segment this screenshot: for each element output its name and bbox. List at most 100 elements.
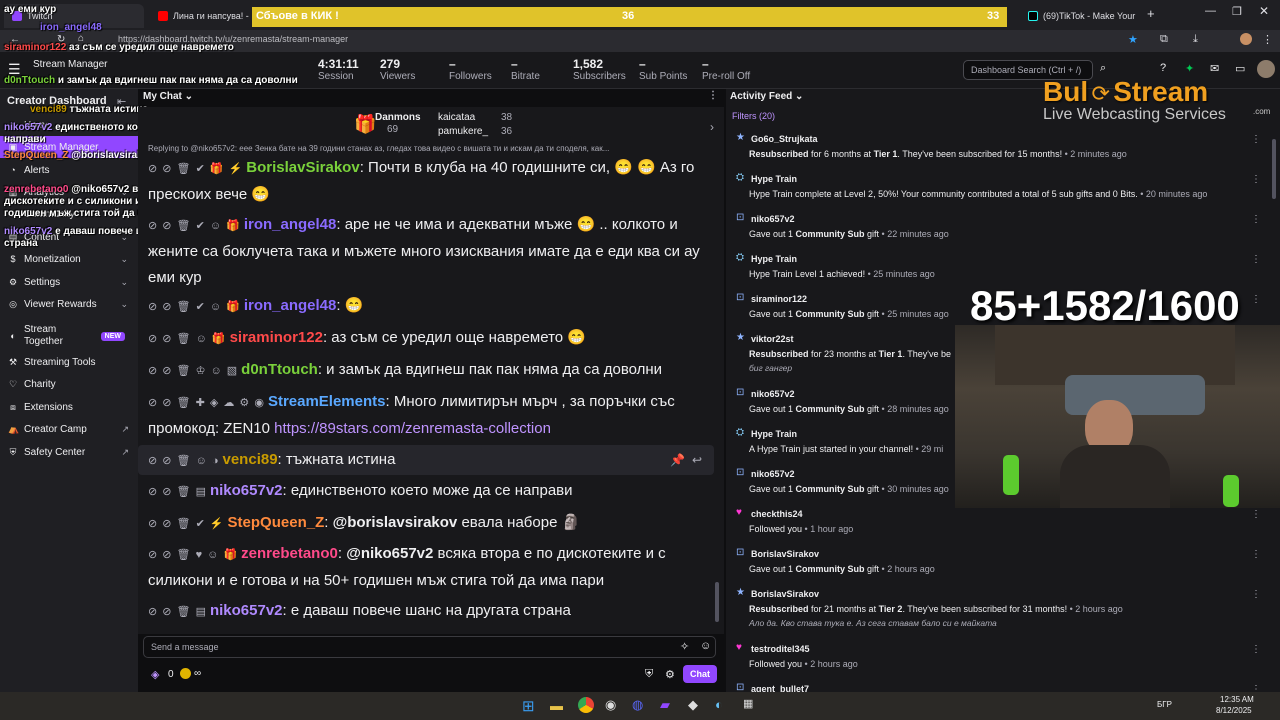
chat-username[interactable]: zenrebetano0 [241, 545, 338, 562]
chat-mention[interactable]: @borislavsirakov [333, 514, 458, 531]
bookmark-star-icon[interactable]: ★ [1128, 33, 1138, 46]
feed-username[interactable]: BorislavSirakov [751, 589, 819, 599]
sidebar-item-viewer-rewards[interactable]: ◎ Viewer Rewards ⌄ [0, 293, 138, 315]
browser-menu-icon[interactable]: ⋮ [1262, 33, 1273, 46]
app-icon-2[interactable]: ▦ [743, 697, 753, 710]
steam-icon[interactable]: ◐ [715, 697, 723, 712]
feed-username[interactable]: Go6o_Strujkata [751, 134, 818, 144]
feed-username[interactable]: BorislavSirakov [751, 549, 819, 559]
browser-tab-tiktok[interactable]: (69)TikTok - Make Your [1020, 4, 1145, 28]
inbox-icon[interactable]: ✉ [1210, 62, 1219, 75]
browser-tab-youtube[interactable]: Лина ги напсува! - 'К… [150, 4, 250, 28]
extensions-browser-icon[interactable]: ⧉ [1160, 33, 1168, 46]
reply-icon[interactable]: ↩ [692, 445, 702, 475]
feed-item-menu-icon[interactable]: ⋮ [1251, 174, 1261, 185]
sidebar-item-safety-center[interactable]: ⛨ Safety Center ↗ [0, 441, 138, 463]
feed-username[interactable]: niko657v2 [751, 389, 795, 399]
app-icon[interactable]: ◆ [688, 697, 698, 713]
help-icon[interactable]: ? [1160, 62, 1166, 74]
file-explorer-icon[interactable]: ▬ [550, 698, 563, 713]
feed-username[interactable]: Hype Train [751, 174, 797, 184]
feed-username[interactable]: checkthis24 [751, 509, 803, 519]
pin-icon[interactable]: 📌 [670, 445, 685, 475]
feed-username[interactable]: agent_bullet7 [751, 684, 809, 692]
feed-item-menu-icon[interactable]: ⋮ [1251, 549, 1261, 560]
feed-username[interactable]: niko657v2 [751, 214, 795, 224]
chat-username[interactable]: StepQueen_Z [228, 514, 325, 531]
feed-item-menu-icon[interactable]: ⋮ [1251, 214, 1261, 225]
user-avatar[interactable] [1257, 60, 1275, 78]
windows-start-icon[interactable]: ⊞ [522, 697, 535, 715]
stat-preroll[interactable]: – Pre-roll Off [702, 57, 750, 82]
maximize-icon[interactable]: ❐ [1232, 5, 1242, 18]
search-icon[interactable]: ⌕ [1100, 62, 1106, 75]
stat-sub-points: – Sub Points [639, 57, 688, 82]
chat-username[interactable]: iron_angel48 [244, 216, 337, 233]
channel-points-icon[interactable]: ◈ [151, 668, 159, 681]
feed-username[interactable]: niko657v2 [751, 469, 795, 479]
new-tab-icon[interactable]: + [1147, 6, 1155, 21]
shield-icon[interactable]: ⛨ [645, 668, 653, 681]
chat-username[interactable]: BorislavSirakov [246, 159, 359, 176]
chat-send-button[interactable]: Chat [683, 665, 717, 683]
sidebar-item-stream-together[interactable]: ◐ Stream Together NEW [0, 321, 138, 351]
crown-icon[interactable]: ✦ [1185, 62, 1194, 75]
emote-icon[interactable]: ☺ [700, 640, 711, 652]
hype-leaderboard: 🎁 Danmons 69 kaicataa 38 pamukere_ 36 [354, 112, 714, 138]
feed-username[interactable]: siraminor122 [751, 294, 807, 304]
stat-bitrate: – Bitrate [511, 57, 540, 82]
chat-bubble-icon[interactable]: ▭ [1235, 62, 1245, 75]
close-window-icon[interactable]: ✕ [1259, 4, 1269, 18]
chat-username[interactable]: StreamElements [268, 393, 386, 410]
feed-username[interactable]: viktor22st [751, 334, 794, 344]
minimize-icon[interactable]: — [1205, 5, 1216, 17]
language-indicator[interactable]: БГР [1157, 700, 1172, 709]
chat-link[interactable]: https://89stars.com/zenremasta-collectio… [274, 420, 551, 437]
chat-options-icon[interactable]: ⋮ [708, 90, 718, 101]
settings-icon[interactable]: ⚙ [665, 668, 675, 681]
chrome-icon[interactable] [578, 697, 594, 713]
feed-item-menu-icon[interactable]: ⋮ [1251, 254, 1261, 265]
profile-avatar[interactable] [1240, 33, 1252, 45]
feed-item-menu-icon[interactable]: ⋮ [1251, 294, 1261, 305]
sidebar-item-monetization[interactable]: $ Monetization ⌄ [0, 248, 138, 270]
chat-text: тъжната истина [285, 451, 396, 468]
feed-username[interactable]: testroditel345 [751, 644, 810, 654]
chat-username[interactable]: d0nTtouch [241, 361, 318, 378]
my-chat-dropdown[interactable]: My Chat ⌄ [143, 91, 193, 102]
feed-item-menu-icon[interactable]: ⋮ [1251, 134, 1261, 145]
chat-username[interactable]: iron_angel48 [244, 297, 337, 314]
feed-item-menu-icon[interactable]: ⋮ [1251, 684, 1261, 692]
chat-message: ⊘ ⊘ 🗑 ✔ ☺ 🎁 iron_angel48: аре не че има и… [148, 216, 700, 286]
chat-username[interactable]: venci89 [223, 451, 278, 468]
sidebar-item-settings[interactable]: ⚙ Settings ⌄ [0, 271, 138, 293]
feed-description: Hype Train Level 1 achieved! • 25 minute… [749, 269, 935, 279]
sidebar-item-streaming-tools[interactable]: ⚒ Streaming Tools [0, 351, 138, 373]
sidebar-item-creator-camp[interactable]: ⛺ Creator Camp ↗ [0, 418, 138, 440]
feed-item-menu-icon[interactable]: ⋮ [1251, 644, 1261, 655]
feed-description: A Hype Train just started in your channe… [749, 444, 944, 454]
clock-time[interactable]: 12:35 AM [1220, 695, 1254, 704]
chat-scrollbar[interactable] [715, 582, 719, 622]
chat-mention[interactable]: @niko657v2 [346, 545, 433, 562]
sidebar-item-alerts[interactable]: ◔ Alerts [0, 159, 138, 181]
chat-username[interactable]: niko657v2 [210, 602, 283, 619]
chevron-right-icon[interactable]: › [710, 120, 714, 134]
obs-icon[interactable]: ◉ [605, 697, 616, 713]
chat-username[interactable]: siraminor122 [230, 329, 323, 346]
feed-item-menu-icon[interactable]: ⋮ [1251, 589, 1261, 600]
download-icon[interactable]: ⤓ [1193, 33, 1198, 46]
bits-icon[interactable]: ✧ [680, 640, 689, 653]
chat-username[interactable]: niko657v2 [210, 482, 283, 499]
twitch-taskbar-icon[interactable]: ▰ [660, 697, 670, 713]
discord-icon[interactable]: ◍ [632, 697, 643, 713]
feed-item-menu-icon[interactable]: ⋮ [1251, 509, 1261, 520]
chat-message-input[interactable]: Send a message [143, 636, 716, 658]
gift-icon: ⊡ [736, 292, 745, 303]
mod-badges: ⊘ ⊘ 🗑 ▤ [148, 486, 207, 498]
clock-date[interactable]: 8/12/2025 [1216, 706, 1252, 715]
sidebar-item-extensions[interactable]: ⧈ Extensions [0, 396, 138, 418]
feed-username[interactable]: Hype Train [751, 254, 797, 264]
sidebar-item-charity[interactable]: ♡ Charity [0, 373, 138, 395]
feed-username[interactable]: Hype Train [751, 429, 797, 439]
